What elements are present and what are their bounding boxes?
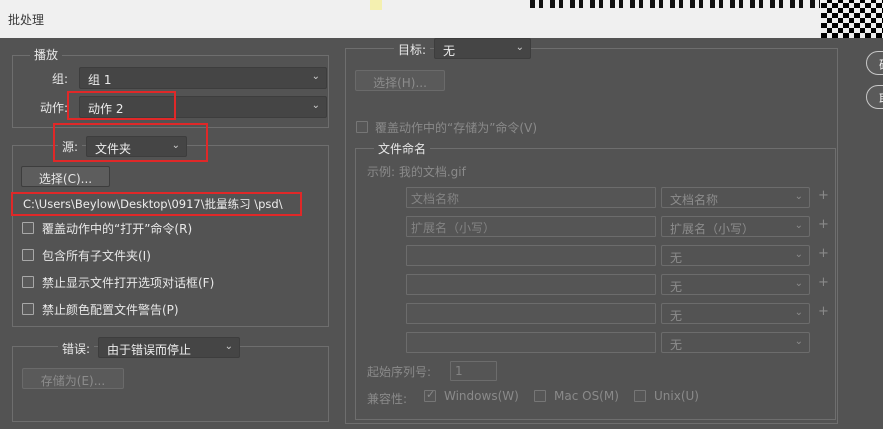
naming-select-2[interactable]: 扩展名（小写） ⌄ <box>661 216 810 237</box>
include-subfolders-checkbox[interactable] <box>22 249 34 261</box>
suppress-color-warning-checkbox[interactable] <box>22 303 34 315</box>
naming-select-3[interactable]: 无 ⌄ <box>661 245 810 266</box>
naming-field-6[interactable] <box>406 332 656 353</box>
set-select[interactable]: 组 1 ⌄ <box>79 67 327 89</box>
suppress-open-dialog-checkbox[interactable] <box>22 276 34 288</box>
compat-label: 兼容性: <box>367 392 408 406</box>
naming-select-1[interactable]: 文档名称 ⌄ <box>661 187 810 208</box>
chevron-down-icon: ⌄ <box>794 249 803 260</box>
compat-mac-label: Mac OS(M) <box>554 389 619 403</box>
errors-value: 由于错误而停止 <box>107 343 192 357</box>
naming-select-6[interactable]: 无 ⌄ <box>661 332 810 353</box>
naming-select-5[interactable]: 无 ⌄ <box>661 303 810 324</box>
destination-value: 无 <box>443 44 456 58</box>
serial-input[interactable]: 1 <box>450 361 497 381</box>
add-row-icon[interactable]: + <box>818 304 829 319</box>
override-open-checkbox[interactable] <box>22 222 34 234</box>
add-row-icon[interactable]: + <box>818 188 829 203</box>
file-naming-example: 示例: 我的文档.gif <box>367 165 466 179</box>
destination-select[interactable]: 无 ⌄ <box>434 38 531 59</box>
errors-select[interactable]: 由于错误而停止 ⌄ <box>98 337 240 358</box>
chevron-down-icon: ⌄ <box>794 220 803 231</box>
naming-field-5[interactable] <box>406 303 656 324</box>
file-naming-title: 文件命名 <box>374 140 431 157</box>
compat-windows-label: Windows(W) <box>444 389 519 403</box>
chevron-down-icon: ⌄ <box>311 71 320 82</box>
naming-field-2[interactable]: 扩展名（小写） <box>406 216 656 237</box>
compat-mac-checkbox[interactable] <box>534 390 546 402</box>
play-group-title: 播放 <box>30 46 63 63</box>
ok-button[interactable]: 确 <box>866 51 883 75</box>
add-row-icon[interactable]: + <box>818 246 829 261</box>
errors-label: 错误: <box>58 340 95 357</box>
add-row-icon[interactable]: + <box>818 217 829 232</box>
compat-windows-checkbox[interactable] <box>424 388 436 402</box>
background-fragment <box>370 0 382 10</box>
chevron-down-icon: ⌄ <box>224 341 233 352</box>
set-value: 组 1 <box>88 73 112 87</box>
chevron-down-icon: ⌄ <box>794 191 803 202</box>
add-row-icon[interactable]: + <box>818 275 829 290</box>
override-open-label: 覆盖动作中的“打开”命令(R) <box>42 222 193 236</box>
compat-unix-checkbox[interactable] <box>634 390 646 402</box>
chevron-down-icon: ⌄ <box>794 307 803 318</box>
chevron-down-icon: ⌄ <box>311 100 320 111</box>
destination-label: 目标: <box>394 41 431 58</box>
destination-choose-button[interactable]: 选择(H)... <box>355 70 445 91</box>
background-pattern <box>821 0 883 38</box>
background-fragment <box>530 0 820 8</box>
highlight-box-source <box>53 123 208 162</box>
chevron-down-icon: ⌄ <box>794 278 803 289</box>
include-subfolders-label: 包含所有子文件夹(I) <box>42 249 151 263</box>
chevron-down-icon: ⌄ <box>794 336 803 347</box>
serial-label: 起始序列号: <box>367 365 432 379</box>
highlight-box-action <box>67 91 176 120</box>
suppress-open-dialog-label: 禁止显示文件打开选项对话框(F) <box>42 276 215 290</box>
compat-unix-label: Unix(U) <box>654 389 699 403</box>
action-label: 动作: <box>40 101 69 115</box>
highlight-box-path <box>11 192 302 216</box>
errors-save-as-button[interactable]: 存储为(E)... <box>22 368 124 389</box>
naming-field-4[interactable] <box>406 274 656 295</box>
override-save-as-checkbox[interactable] <box>356 121 368 133</box>
window-title: 批处理 <box>8 13 45 27</box>
suppress-color-warning-label: 禁止颜色配置文件警告(P) <box>42 303 179 317</box>
source-choose-button[interactable]: 选择(C)... <box>21 166 110 187</box>
naming-select-4[interactable]: 无 ⌄ <box>661 274 810 295</box>
set-label: 组: <box>52 72 69 86</box>
naming-field-1[interactable]: 文档名称 <box>406 187 656 208</box>
override-save-as-label: 覆盖动作中的“存储为”命令(V) <box>375 121 538 135</box>
cancel-button[interactable]: 取 <box>866 85 883 109</box>
chevron-down-icon: ⌄ <box>515 42 524 53</box>
naming-field-3[interactable] <box>406 245 656 266</box>
